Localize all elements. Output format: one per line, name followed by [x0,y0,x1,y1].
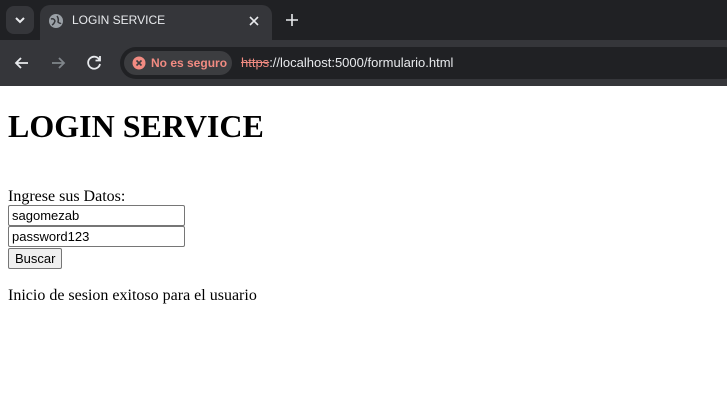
arrow-right-icon[interactable] [48,53,68,73]
close-icon[interactable] [246,13,262,29]
tab-title: LOGIN SERVICE [72,13,166,27]
chevron-down-icon [15,17,25,24]
browser-toolbar: No es seguro https://localhost:5000/form… [0,40,727,86]
page-content: LOGIN SERVICE Ingrese sus Datos: Buscar … [8,86,719,305]
form-prompt: Ingrese sus Datos: [8,188,126,205]
address-bar[interactable]: No es seguro https://localhost:5000/form… [120,47,727,79]
url-scheme: https [241,55,270,70]
buscar-button[interactable]: Buscar [8,248,63,269]
url-text: https://localhost:5000/formulario.html [241,55,453,70]
tab-login-service[interactable]: LOGIN SERVICE [40,5,272,40]
arrow-left-icon[interactable] [12,53,32,73]
security-label: No es seguro [151,56,228,70]
tab-search-button[interactable] [6,6,34,34]
reload-icon[interactable] [84,53,104,73]
warning-circle-icon [132,56,146,70]
tab-strip: LOGIN SERVICE [0,0,727,40]
url-path: ://localhost:5000/formulario.html [269,55,454,70]
security-chip[interactable]: No es seguro [124,51,232,75]
plus-icon[interactable] [283,11,301,29]
page-title: LOGIN SERVICE [8,108,264,144]
result-message: Inicio de sesion exitoso para el usuario [8,287,257,304]
browser-chrome: LOGIN SERVICE No es seguro https://local… [0,0,727,86]
password-input[interactable] [8,226,185,247]
globe-icon [49,14,63,28]
username-input[interactable] [8,205,185,226]
